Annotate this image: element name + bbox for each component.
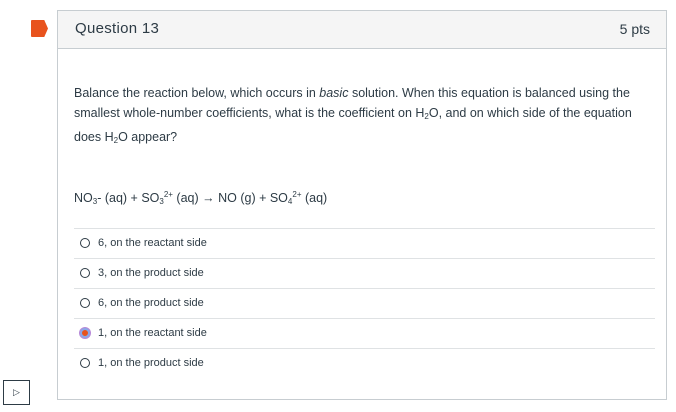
answer-option-5[interactable]: 1, on the product side bbox=[74, 348, 655, 378]
answer-list: 6, on the reactant side 3, on the produc… bbox=[74, 228, 655, 378]
question-points: 5 pts bbox=[619, 21, 650, 37]
answer-option-1[interactable]: 6, on the reactant side bbox=[74, 228, 655, 258]
answer-option-3[interactable]: 6, on the product side bbox=[74, 288, 655, 318]
answer-label[interactable]: 1, on the product side bbox=[98, 357, 204, 369]
radio-button[interactable] bbox=[80, 358, 90, 368]
answer-label[interactable]: 6, on the reactant side bbox=[98, 237, 207, 249]
flag-question-icon[interactable] bbox=[31, 20, 48, 37]
question-header: Question 13 5 pts bbox=[58, 11, 666, 49]
answer-option-2[interactable]: 3, on the product side bbox=[74, 258, 655, 288]
radio-button[interactable] bbox=[80, 268, 90, 278]
radio-button[interactable] bbox=[80, 238, 90, 248]
radio-button[interactable] bbox=[80, 298, 90, 308]
answer-label[interactable]: 3, on the product side bbox=[98, 267, 204, 279]
question-text: Balance the reaction below, which occurs… bbox=[74, 86, 632, 145]
play-button[interactable]: ▷ bbox=[3, 380, 30, 405]
answer-option-4[interactable]: 1, on the reactant side bbox=[74, 318, 655, 348]
answer-label[interactable]: 1, on the reactant side bbox=[98, 327, 207, 339]
play-icon: ▷ bbox=[13, 387, 20, 397]
question-title: Question 13 bbox=[75, 20, 160, 37]
reaction-equation: NO3- (aq) + SO32+ (aq) → NO (g) + SO42+ … bbox=[74, 190, 328, 206]
radio-button-selected[interactable] bbox=[80, 328, 90, 338]
answer-label[interactable]: 6, on the product side bbox=[98, 297, 204, 309]
question-card: Question 13 5 pts Balance the reaction b… bbox=[57, 10, 667, 400]
